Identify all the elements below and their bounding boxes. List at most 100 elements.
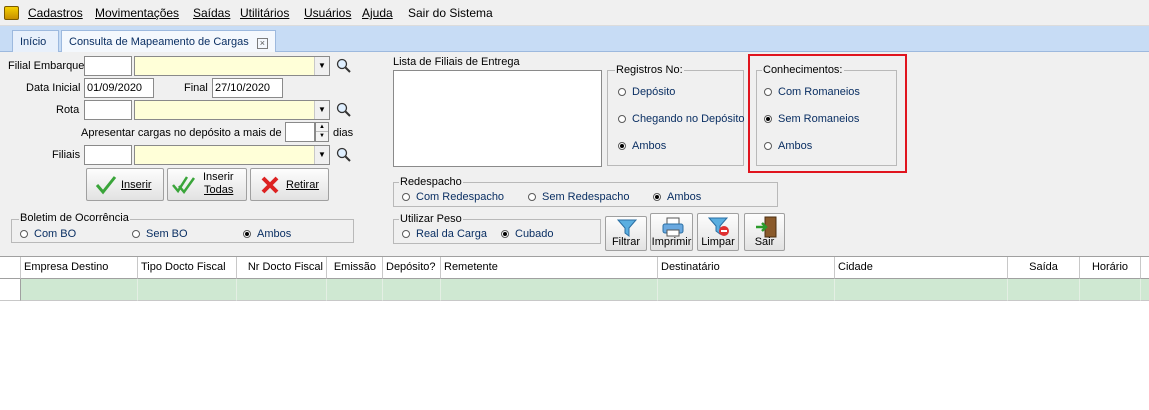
search-icon[interactable] <box>335 146 353 164</box>
peso-real-radio[interactable]: Real da Carga <box>402 228 487 240</box>
radio-selected-icon <box>653 193 661 201</box>
tab-consulta-mapeamento[interactable]: Consulta de Mapeamento de Cargas × <box>61 30 276 52</box>
filtrar-button[interactable]: Filtrar <box>605 216 647 251</box>
registros-ambos-radio[interactable]: Ambos <box>618 140 666 152</box>
sair-button[interactable]: Sair <box>744 213 785 251</box>
redespacho-title: Redespacho <box>399 176 463 188</box>
rota-code-input[interactable] <box>84 100 132 120</box>
menu-cadastros[interactable]: Cadastros <box>28 6 83 20</box>
rota-combo[interactable]: ▼ <box>134 100 330 120</box>
menu-utilitarios[interactable]: Utilitários <box>240 6 289 20</box>
inserir-todas-label-1: Inserir <box>203 171 234 183</box>
sair-label: Sair <box>754 236 775 248</box>
tab-inicio[interactable]: Início <box>12 30 59 52</box>
results-grid[interactable]: Empresa Destino Tipo Docto Fiscal Nr Doc… <box>0 256 1149 410</box>
table-cell[interactable] <box>21 279 138 301</box>
table-cell[interactable] <box>835 279 1008 301</box>
lista-filiais-listbox[interactable] <box>393 70 602 167</box>
grid-header-horario[interactable]: Horário <box>1080 257 1141 279</box>
filiais-combo[interactable]: ▼ <box>134 145 330 165</box>
peso-cubado-radio[interactable]: Cubado <box>501 228 554 240</box>
retirar-button[interactable]: Retirar <box>250 168 329 201</box>
imprimir-button[interactable]: Imprimir <box>650 213 693 251</box>
radio-icon <box>528 193 536 201</box>
table-cell[interactable] <box>237 279 327 301</box>
imprimir-label: Imprimir <box>651 236 692 248</box>
boletim-sem-bo-label: Sem BO <box>146 228 188 240</box>
dias-spinner[interactable]: ▲ ▼ <box>315 122 329 142</box>
filial-embarque-label: Filial Embarque <box>8 60 85 72</box>
peso-real-label: Real da Carga <box>416 228 487 240</box>
grid-header-saida[interactable]: Saída <box>1008 257 1080 279</box>
inserir-todas-button[interactable]: Inserir Todas <box>167 168 247 201</box>
data-final-input[interactable]: 27/10/2020 <box>212 78 283 98</box>
chevron-down-icon[interactable]: ▼ <box>314 101 329 119</box>
search-icon[interactable] <box>335 57 353 75</box>
spin-down-icon[interactable]: ▼ <box>316 132 328 141</box>
grid-header-cidade[interactable]: Cidade <box>835 257 1008 279</box>
limpar-button[interactable]: Limpar <box>697 213 739 251</box>
search-icon[interactable] <box>335 101 353 119</box>
boletim-ambos-radio[interactable]: Ambos <box>243 228 291 240</box>
retirar-label: Retirar <box>286 179 320 191</box>
app-icon <box>4 6 19 20</box>
limpar-label: Limpar <box>701 236 735 248</box>
data-inicial-input[interactable]: 01/09/2020 <box>84 78 154 98</box>
table-cell[interactable] <box>327 279 383 301</box>
menu-movimentacoes[interactable]: Movimentações <box>95 6 179 20</box>
table-cell[interactable] <box>658 279 835 301</box>
grid-header-deposito[interactable]: Depósito? <box>383 257 441 279</box>
inserir-todas-label-2: Todas <box>204 184 234 196</box>
redespacho-sem-radio[interactable]: Sem Redespacho <box>528 191 629 203</box>
clear-filter-icon <box>708 217 729 236</box>
menu-ajuda[interactable]: Ajuda <box>362 6 393 20</box>
grid-header-emissao[interactable]: Emissão <box>327 257 383 279</box>
table-cell[interactable] <box>1008 279 1080 301</box>
grid-header-nr-docto[interactable]: Nr Docto Fiscal <box>237 257 327 279</box>
exit-door-icon <box>756 216 777 238</box>
inserir-label: Inserir <box>121 179 152 191</box>
grid-row-indicator[interactable] <box>0 279 21 301</box>
peso-title: Utilizar Peso <box>399 213 463 225</box>
filtrar-label: Filtrar <box>611 236 641 248</box>
grid-header-destinatario[interactable]: Destinatário <box>658 257 835 279</box>
printer-icon <box>662 217 684 237</box>
radio-icon <box>618 115 626 123</box>
data-inicial-label: Data Inicial <box>26 82 81 94</box>
table-cell[interactable] <box>1080 279 1141 301</box>
boletim-sem-bo-radio[interactable]: Sem BO <box>132 228 188 240</box>
registros-ambos-label: Ambos <box>632 140 667 152</box>
menu-sair-do-sistema[interactable]: Sair do Sistema <box>408 6 493 20</box>
chevron-down-icon[interactable]: ▼ <box>314 146 329 164</box>
table-cell[interactable] <box>383 279 441 301</box>
grid-header-filler <box>1141 257 1149 279</box>
dias-input[interactable] <box>285 122 315 142</box>
filial-embarque-combo[interactable]: ▼ <box>134 56 330 76</box>
table-cell[interactable] <box>138 279 237 301</box>
grid-header-empresa-destino[interactable]: Empresa Destino <box>21 257 138 279</box>
registros-chegando-radio[interactable]: Chegando no Depósito <box>618 113 745 125</box>
redespacho-com-label: Com Redespacho <box>416 191 505 203</box>
chevron-down-icon[interactable]: ▼ <box>314 57 329 75</box>
registros-deposito-radio[interactable]: Depósito <box>618 86 675 98</box>
grid-header-tipo-docto[interactable]: Tipo Docto Fiscal <box>138 257 237 279</box>
boletim-com-bo-radio[interactable]: Com BO <box>20 228 76 240</box>
radio-icon <box>132 230 140 238</box>
redespacho-com-radio[interactable]: Com Redespacho <box>402 191 504 203</box>
inserir-button[interactable]: Inserir <box>86 168 164 201</box>
spin-up-icon[interactable]: ▲ <box>316 123 328 132</box>
checkmark-icon <box>95 176 117 195</box>
grid-header-remetente[interactable]: Remetente <box>441 257 658 279</box>
tab-close-icon[interactable]: × <box>256 38 268 49</box>
filial-embarque-code-input[interactable] <box>84 56 132 76</box>
table-cell[interactable] <box>1141 279 1149 301</box>
lista-filiais-label: Lista de Filiais de Entrega <box>393 56 520 68</box>
redespacho-ambos-radio[interactable]: Ambos <box>653 191 701 203</box>
tab-inicio-label: Início <box>20 36 47 48</box>
filiais-code-input[interactable] <box>84 145 132 165</box>
menu-usuarios[interactable]: Usuários <box>304 6 351 20</box>
tab-consulta-label: Consulta de Mapeamento de Cargas <box>69 36 249 48</box>
rota-label: Rota <box>56 104 80 116</box>
table-cell[interactable] <box>441 279 658 301</box>
menu-saidas[interactable]: Saídas <box>193 6 230 20</box>
